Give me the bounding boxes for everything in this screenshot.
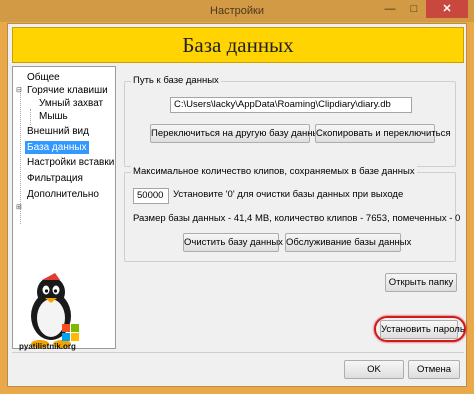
db-path-group: Путь к базе данных C:\Users\lacky\AppDat…: [124, 75, 456, 167]
window-client-area: База данных ⊟ ⊞ Общее Горячие клавиши Ум…: [7, 23, 467, 387]
maximize-icon[interactable]: □: [402, 0, 426, 18]
max-clips-group: Максимальное количество клипов, сохраняе…: [124, 166, 460, 262]
tree-connector: [30, 109, 31, 125]
tree-item-paste-settings[interactable]: Настройки вставки: [25, 156, 116, 169]
set-password-button[interactable]: Установить пароль: [380, 320, 465, 339]
database-maintenance-button[interactable]: Обслуживание базы данных: [285, 233, 411, 252]
max-clips-input[interactable]: 50000: [133, 188, 169, 204]
close-icon[interactable]: ✕: [426, 0, 468, 18]
db-path-field[interactable]: C:\Users\lacky\AppData\Roaming\Clipdiary…: [170, 97, 412, 113]
tree-item-mouse[interactable]: Мышь: [37, 110, 70, 123]
max-clips-legend: Максимальное количество клипов, сохраняе…: [131, 166, 417, 177]
database-stats: Размер базы данных - 41,4 MB, количество…: [133, 213, 461, 224]
clear-database-button[interactable]: Очистить базу данных: [183, 233, 283, 252]
open-folder-button[interactable]: Открыть папку: [385, 273, 457, 292]
ok-button[interactable]: OK: [344, 360, 404, 379]
switch-database-button[interactable]: Переключиться на другую базу данных: [150, 124, 324, 143]
minimize-icon[interactable]: —: [378, 0, 402, 18]
collapse-icon[interactable]: ⊟: [16, 84, 24, 97]
penguin-logo: [31, 273, 79, 348]
title-bar[interactable]: Настройки — □ ✕: [0, 0, 474, 22]
window-controls: — □ ✕: [378, 0, 468, 20]
db-path-legend: Путь к базе данных: [131, 75, 221, 86]
tree-item-appearance[interactable]: Внешний вид: [25, 125, 91, 138]
expand-icon[interactable]: ⊞: [16, 201, 24, 214]
page-title: База данных: [12, 27, 464, 63]
tree-item-hotkeys[interactable]: Горячие клавиши: [25, 84, 110, 97]
cancel-button[interactable]: Отмена: [408, 360, 460, 379]
logo-text: pyatilistnik.org: [19, 342, 76, 351]
copy-and-switch-button[interactable]: Скопировать и переключиться: [315, 124, 451, 143]
settings-window: Настройки — □ ✕ База данных ⊟ ⊞ Общее Го…: [0, 0, 474, 394]
footer-divider: [12, 352, 464, 353]
tree-item-filtering[interactable]: Фильтрация: [25, 172, 85, 185]
max-clips-hint: Установите '0' для очистки базы данных п…: [173, 189, 404, 200]
tree-item-advanced[interactable]: Дополнительно: [25, 188, 101, 201]
tree-item-general[interactable]: Общее: [25, 71, 62, 84]
window-title: Настройки: [210, 5, 264, 17]
tree-item-smart-capture[interactable]: Умный захват: [37, 97, 105, 110]
tree-item-database[interactable]: База данных: [25, 141, 89, 154]
